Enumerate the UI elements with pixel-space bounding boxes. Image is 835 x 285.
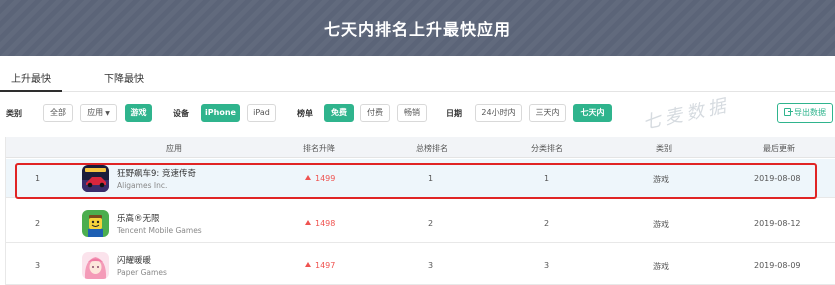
export-label: 导出数据 [794, 108, 826, 117]
page-title: 七天内排名上升最快应用 [323, 20, 511, 39]
last-updated: 2019-08-12 [754, 219, 801, 228]
export-icon [784, 108, 793, 116]
category-rank: 3 [544, 261, 550, 270]
tab-falling-fastest[interactable]: 下降最快 [104, 70, 144, 85]
chart-paid-button[interactable]: 付费 [360, 104, 390, 122]
header-last-updated: 最后更新 [763, 144, 795, 153]
rank-change-value: 1498 [315, 219, 336, 228]
device-iphone-button[interactable]: iPhone [201, 104, 240, 122]
chevron-down-icon: ▼ [105, 110, 110, 117]
category-filter-label: 类别 [6, 109, 22, 118]
device-filter-label: 设备 [173, 109, 189, 118]
table-row[interactable]: 1 狂野飙车9: 竞速传奇 Aligames Inc. 1499 1 1 游戏 … [6, 159, 835, 198]
rank-change: 1498 [305, 219, 335, 228]
category-app-label: 应用 [87, 108, 104, 117]
table-row[interactable]: 2 乐高®无限 Tencent Mobile Games 1498 2 2 游戏… [6, 204, 835, 243]
table-row[interactable]: 3 闪耀暖暖 Paper Games 1497 3 3 游戏 2019-08-0… [6, 246, 835, 285]
chart-grossing-button[interactable]: 畅销 [397, 104, 427, 122]
category-all-button[interactable]: 全部 [43, 104, 73, 122]
date-24h-button[interactable]: 24小时内 [475, 104, 522, 122]
date-filter-label: 日期 [446, 109, 462, 118]
header-category: 类别 [656, 144, 672, 153]
header-total-rank: 总榜排名 [416, 144, 448, 153]
device-ipad-button[interactable]: iPad [247, 104, 276, 122]
rank-change-value: 1497 [315, 261, 336, 270]
app-name[interactable]: 狂野飙车9: 竞速传奇 [117, 167, 196, 179]
category-rank: 2 [544, 219, 550, 228]
header-rank-change: 排名升降 [303, 144, 335, 153]
active-tab-indicator [0, 90, 62, 92]
app-icon [82, 252, 109, 279]
category: 游戏 [653, 220, 669, 229]
last-updated: 2019-08-08 [754, 174, 801, 183]
row-index: 3 [35, 261, 41, 270]
ranking-table: 应用 排名升降 总榜排名 分类排名 类别 最后更新 1 狂野飙车9: 竞速传奇 … [5, 137, 835, 285]
app-developer: Tencent Mobile Games [117, 226, 202, 235]
category-rank: 1 [544, 174, 550, 183]
date-3days-button[interactable]: 三天内 [529, 104, 566, 122]
row-index: 1 [35, 174, 41, 183]
last-updated: 2019-08-09 [754, 261, 801, 270]
chart-filter-label: 榜单 [297, 109, 313, 118]
arrow-up-icon [305, 220, 311, 225]
chart-free-button[interactable]: 免费 [324, 104, 354, 122]
header-category-rank: 分类排名 [531, 144, 563, 153]
header-app: 应用 [166, 144, 182, 153]
export-data-button[interactable]: 导出数据 [777, 103, 833, 123]
tab-bar: 上升最快 下降最快 [0, 62, 835, 92]
page-banner: 七天内排名上升最快应用 [0, 0, 835, 56]
watermark: 七麦数据 [641, 95, 732, 134]
rank-change: 1497 [305, 261, 335, 270]
category-game-button[interactable]: 游戏 [125, 104, 152, 122]
row-index: 2 [35, 219, 41, 228]
table-header: 应用 排名升降 总榜排名 分类排名 类别 最后更新 [6, 137, 835, 158]
app-icon [82, 165, 109, 192]
arrow-up-icon [305, 262, 311, 267]
app-developer: Paper Games [117, 268, 167, 277]
rank-change-value: 1499 [315, 174, 336, 183]
app-developer: Aligames Inc. [117, 181, 168, 190]
date-7days-button[interactable]: 七天内 [573, 104, 612, 122]
app-name[interactable]: 闪耀暖暖 [117, 254, 151, 266]
tab-rising-fastest[interactable]: 上升最快 [11, 70, 51, 85]
total-rank: 3 [428, 261, 434, 270]
category: 游戏 [653, 175, 669, 184]
category-app-dropdown[interactable]: 应用 ▼ [80, 104, 117, 122]
arrow-up-icon [305, 175, 311, 180]
total-rank: 1 [428, 174, 434, 183]
category: 游戏 [653, 262, 669, 271]
rank-change: 1499 [305, 174, 335, 183]
app-icon [82, 210, 109, 237]
app-name[interactable]: 乐高®无限 [117, 212, 160, 224]
total-rank: 2 [428, 219, 434, 228]
